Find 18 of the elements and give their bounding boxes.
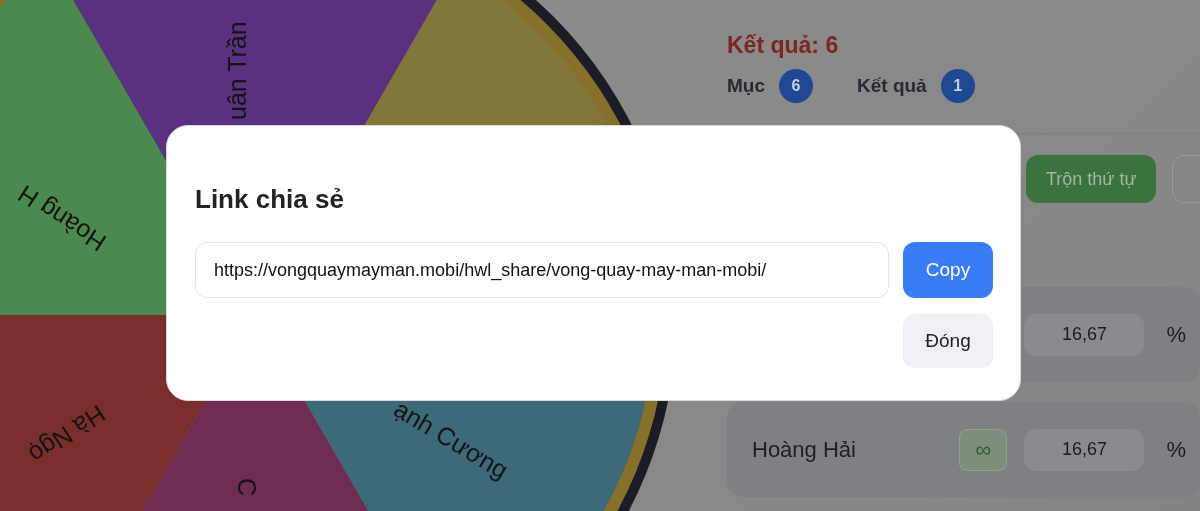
count-badge: 6 xyxy=(779,69,813,103)
percent-unit: % xyxy=(1166,436,1186,463)
dialog-title: Link chia sẻ xyxy=(195,184,345,215)
shuffle-button[interactable]: Trộn thứ tự xyxy=(1026,155,1157,203)
link-field[interactable]: https://vongquaymayman.mobi/hwl_share/vong-quay-may-man-mobi/ xyxy=(195,242,889,298)
counter-label: Mục xyxy=(727,75,765,97)
percent-field[interactable]: 16,67 xyxy=(1024,313,1145,356)
slice-label: C xyxy=(233,478,261,497)
slice-label: Hà Ngọ xyxy=(24,399,111,470)
copy-button[interactable]: Copy xyxy=(903,242,993,298)
counter-label: Kết quả xyxy=(857,75,927,97)
percent-field[interactable]: 16,67 xyxy=(1024,428,1145,471)
close-button[interactable]: Đóng xyxy=(903,314,993,368)
entry-name: Hoàng Hải xyxy=(752,436,857,463)
percent-unit: % xyxy=(1166,321,1186,348)
result-heading: Kết quả: 6 xyxy=(727,32,840,59)
count-badge: 1 xyxy=(940,69,975,103)
slice-label: uân Trần xyxy=(223,21,251,120)
